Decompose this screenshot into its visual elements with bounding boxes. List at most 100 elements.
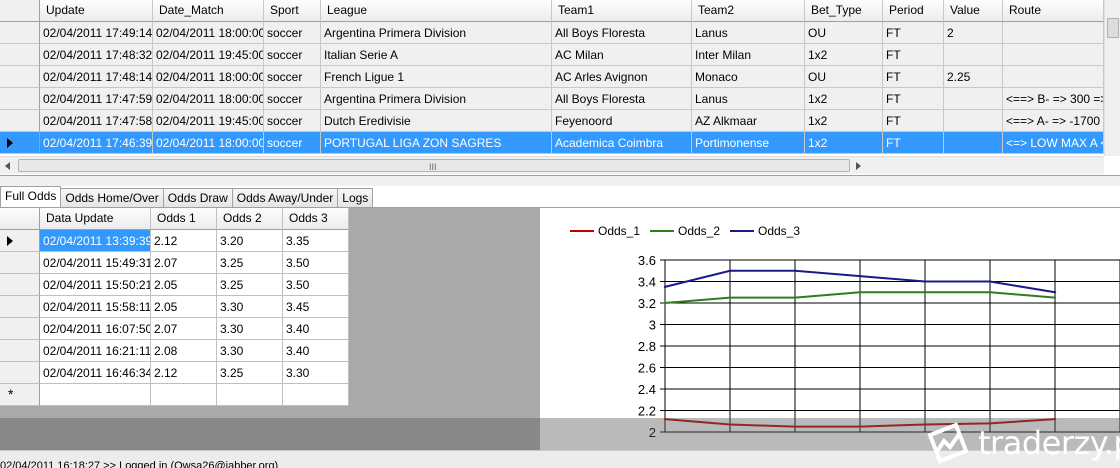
col-sport[interactable]: Sport — [264, 0, 321, 22]
bet-row[interactable]: 02/04/2011 17:49:14 02/04/2011 18:00:00 so… — [0, 22, 1120, 44]
cell-league[interactable]: Argentina Primera Division — [321, 22, 552, 44]
odds-row[interactable]: 02/04/2011 16:07:50 2.07 3.30 3.40 — [0, 318, 349, 340]
col-value[interactable]: Value — [944, 0, 1003, 22]
cell-odds-1[interactable]: 2.08 — [151, 340, 217, 362]
cell-odds-1[interactable]: 2.05 — [151, 296, 217, 318]
cell-team2[interactable]: Portimonense — [692, 132, 805, 154]
cell-date-match[interactable]: 02/04/2011 18:00:00 — [153, 88, 264, 110]
new-row[interactable]: * — [0, 384, 349, 406]
cell-update[interactable]: 02/04/2011 17:47:58 — [40, 110, 153, 132]
odds-row[interactable]: 02/04/2011 15:49:31 2.07 3.25 3.50 — [0, 252, 349, 274]
cell-odds-1[interactable]: 2.07 — [151, 318, 217, 340]
cell-odds-1[interactable]: 2.12 — [151, 230, 217, 252]
row-header[interactable] — [0, 66, 40, 88]
cell-odds-3[interactable]: 3.30 — [283, 362, 349, 384]
row-header[interactable] — [0, 88, 40, 110]
cell-data-update[interactable]: 02/04/2011 16:07:50 — [40, 318, 151, 340]
row-header[interactable] — [0, 274, 40, 296]
row-header[interactable] — [0, 340, 40, 362]
row-header[interactable] — [0, 230, 40, 252]
cell-period[interactable]: FT — [883, 44, 944, 66]
cell-team2[interactable]: Lanus — [692, 22, 805, 44]
cell-sport[interactable]: soccer — [264, 44, 321, 66]
cell-team1[interactable]: Feyenoord — [552, 110, 692, 132]
cell-team1[interactable]: AC Arles Avignon — [552, 66, 692, 88]
cell-team1[interactable]: AC Milan — [552, 44, 692, 66]
cell-value[interactable]: 2.25 — [944, 66, 1003, 88]
cell-team1[interactable]: All Boys Floresta — [552, 22, 692, 44]
cell-update[interactable]: 02/04/2011 17:46:39 — [40, 132, 153, 154]
bet-row[interactable]: 02/04/2011 17:48:32 02/04/2011 19:45:00 so… — [0, 44, 1120, 66]
tab-odds-away-under[interactable]: Odds Away/Under — [231, 188, 339, 207]
col-team1[interactable]: Team1 — [552, 0, 692, 22]
cell-odds-3[interactable]: 3.40 — [283, 340, 349, 362]
cell-odds-3[interactable]: 3.50 — [283, 274, 349, 296]
bet-row[interactable]: 02/04/2011 17:46:39 02/04/2011 18:00:00 so… — [0, 132, 1120, 154]
cell-team2[interactable]: Lanus — [692, 88, 805, 110]
cell-odds-2[interactable]: 3.25 — [217, 362, 283, 384]
tab-odds-home-over[interactable]: Odds Home/Over — [60, 188, 164, 207]
row-header[interactable] — [0, 318, 40, 340]
cell-data-update[interactable]: 02/04/2011 16:21:11 — [40, 340, 151, 362]
cell-value[interactable] — [944, 110, 1003, 132]
cell-odds-2[interactable]: 3.25 — [217, 274, 283, 296]
cell-bet-type[interactable]: OU — [805, 22, 883, 44]
cell-period[interactable]: FT — [883, 66, 944, 88]
cell-odds-3[interactable]: 3.50 — [283, 252, 349, 274]
row-header[interactable] — [0, 296, 40, 318]
cell-data-update[interactable]: 02/04/2011 15:58:11 — [40, 296, 151, 318]
row-header[interactable] — [0, 132, 40, 154]
new-cell[interactable] — [40, 384, 151, 406]
row-header[interactable] — [0, 44, 40, 66]
odds-row[interactable]: 02/04/2011 15:58:11 2.05 3.30 3.45 — [0, 296, 349, 318]
new-cell[interactable] — [217, 384, 283, 406]
odds-row[interactable]: 02/04/2011 16:46:34 2.12 3.25 3.30 — [0, 362, 349, 384]
scroll-right-icon[interactable] — [856, 162, 861, 170]
col-team2[interactable]: Team2 — [692, 0, 805, 22]
splitter[interactable] — [0, 176, 1120, 186]
cell-date-match[interactable]: 02/04/2011 19:45:00 — [153, 110, 264, 132]
cell-sport[interactable]: soccer — [264, 22, 321, 44]
col-odds-3[interactable]: Odds 3 — [283, 208, 349, 230]
cell-bet-type[interactable]: 1x2 — [805, 88, 883, 110]
cell-route[interactable]: <==> B- => 300 => - — [1003, 88, 1104, 110]
cell-team1[interactable]: All Boys Floresta — [552, 88, 692, 110]
cell-odds-2[interactable]: 3.25 — [217, 252, 283, 274]
odds-row[interactable]: 02/04/2011 16:21:11 2.08 3.30 3.40 — [0, 340, 349, 362]
cell-odds-1[interactable]: 2.07 — [151, 252, 217, 274]
cell-update[interactable]: 02/04/2011 17:48:14 — [40, 66, 153, 88]
row-header[interactable] — [0, 110, 40, 132]
odds-row[interactable]: 02/04/2011 13:39:39 2.12 3.20 3.35 — [0, 230, 349, 252]
cell-value[interactable]: 2 — [944, 22, 1003, 44]
cell-odds-2[interactable]: 3.30 — [217, 340, 283, 362]
new-cell[interactable] — [283, 384, 349, 406]
cell-value[interactable] — [944, 132, 1003, 154]
cell-date-match[interactable]: 02/04/2011 18:00:00 — [153, 22, 264, 44]
cell-period[interactable]: FT — [883, 132, 944, 154]
cell-data-update[interactable]: 02/04/2011 16:46:34 — [40, 362, 151, 384]
cell-team2[interactable]: AZ Alkmaar — [692, 110, 805, 132]
bet-row[interactable]: 02/04/2011 17:47:58 02/04/2011 19:45:00 so… — [0, 110, 1120, 132]
cell-date-match[interactable]: 02/04/2011 19:45:00 — [153, 44, 264, 66]
cell-value[interactable] — [944, 88, 1003, 110]
tab-full-odds[interactable]: Full Odds — [0, 186, 62, 207]
cell-odds-3[interactable]: 3.40 — [283, 318, 349, 340]
vertical-scrollbar[interactable] — [1104, 0, 1120, 156]
cell-team2[interactable]: Inter Milan — [692, 44, 805, 66]
cell-bet-type[interactable]: 1x2 — [805, 132, 883, 154]
cell-bet-type[interactable]: OU — [805, 66, 883, 88]
cell-odds-2[interactable]: 3.30 — [217, 318, 283, 340]
cell-sport[interactable]: soccer — [264, 132, 321, 154]
cell-period[interactable]: FT — [883, 110, 944, 132]
cell-bet-type[interactable]: 1x2 — [805, 110, 883, 132]
cell-odds-1[interactable]: 2.05 — [151, 274, 217, 296]
tab-logs[interactable]: Logs — [337, 188, 374, 207]
cell-update[interactable]: 02/04/2011 17:49:14 — [40, 22, 153, 44]
odds-grid[interactable]: Data Update Odds 1 Odds 2 Odds 3 02/04/2… — [0, 208, 349, 406]
row-header[interactable] — [0, 252, 40, 274]
cell-route[interactable] — [1003, 44, 1104, 66]
cell-league[interactable]: PORTUGAL LIGA ZON SAGRES — [321, 132, 552, 154]
cell-route[interactable] — [1003, 66, 1104, 88]
horizontal-scrollbar[interactable]: III — [0, 156, 1104, 174]
new-cell[interactable] — [151, 384, 217, 406]
